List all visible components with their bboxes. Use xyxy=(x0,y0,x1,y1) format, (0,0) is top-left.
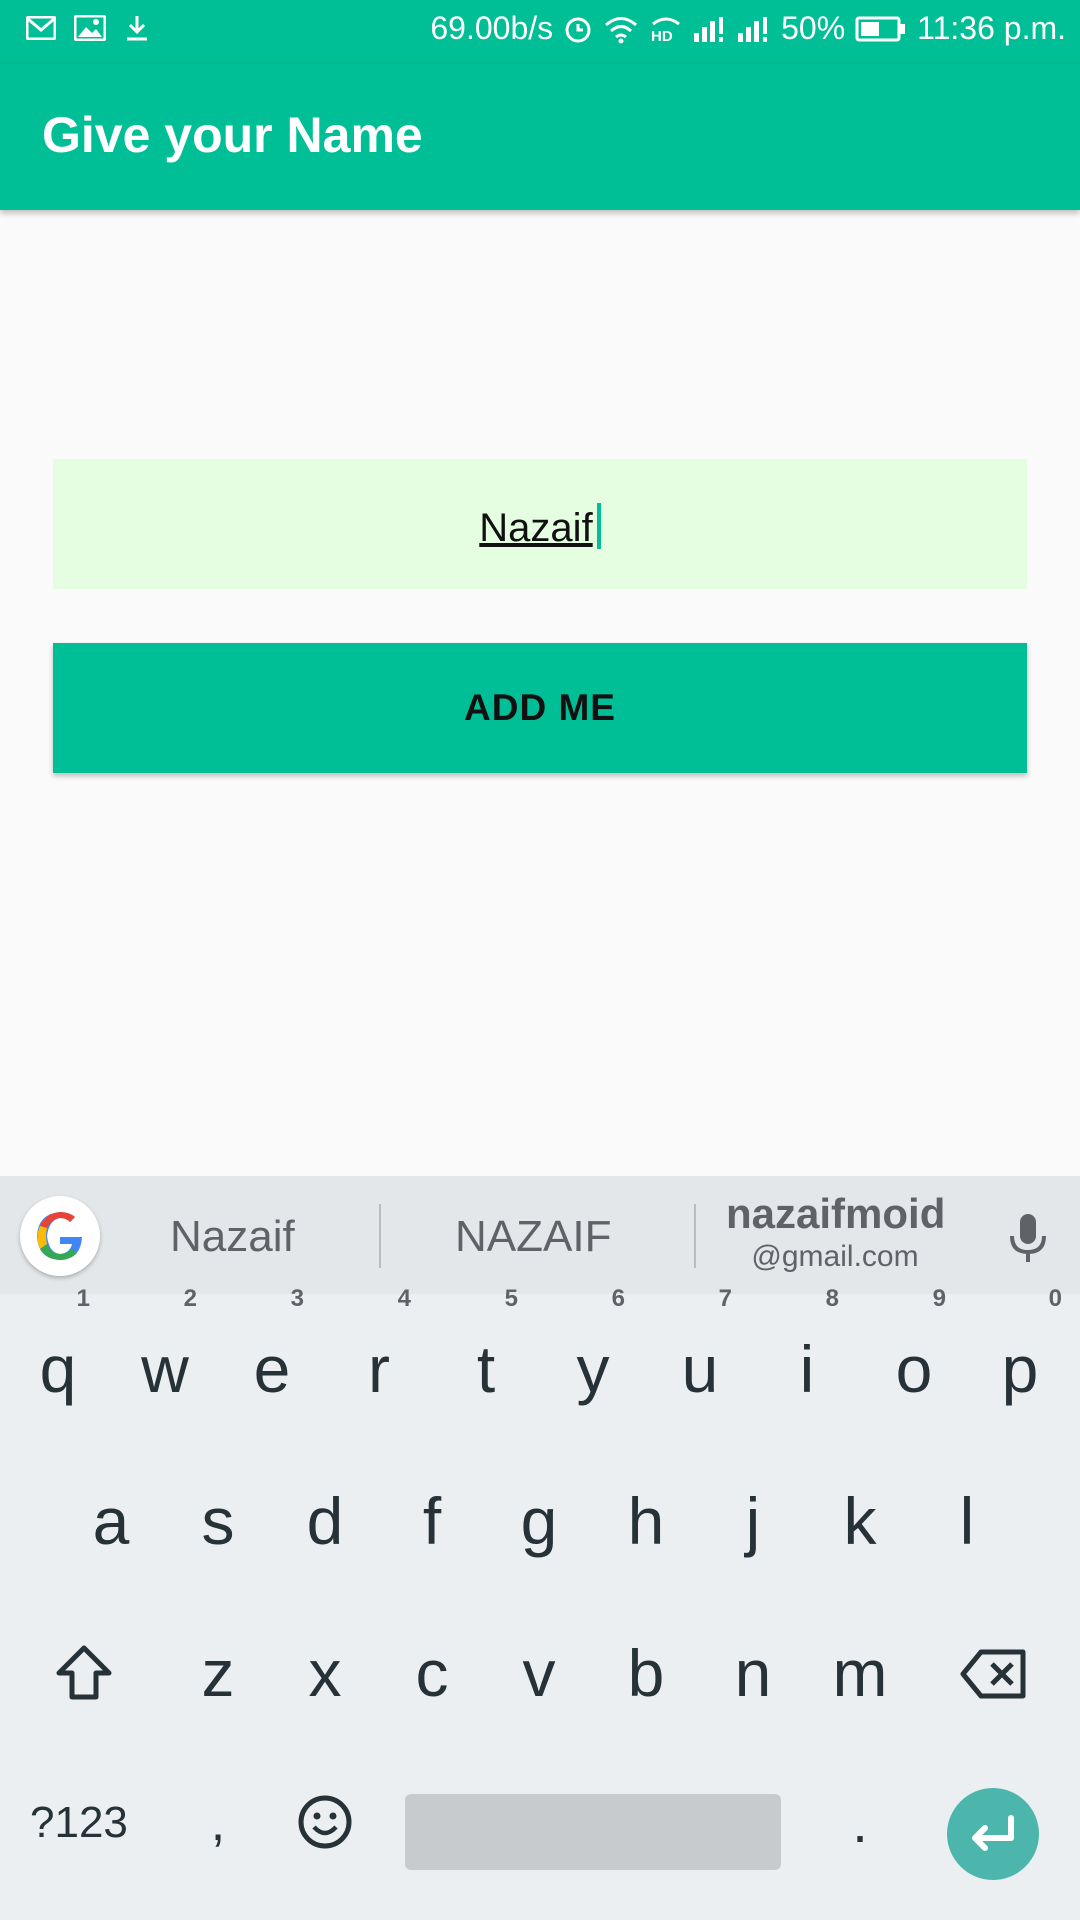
enter-key[interactable] xyxy=(947,1788,1039,1880)
key-t[interactable]: t5 xyxy=(436,1285,536,1424)
name-input-text[interactable]: Nazaif xyxy=(53,503,1027,551)
suggestion-email[interactable]: nazaifmoid @gmail.com xyxy=(726,1190,946,1274)
gmail-icon xyxy=(26,16,56,40)
key-l[interactable]: l xyxy=(917,1466,1017,1576)
page-title: Give your Name xyxy=(42,107,423,163)
image-icon xyxy=(74,15,106,41)
battery-icon xyxy=(855,16,906,41)
space-key[interactable] xyxy=(405,1794,781,1870)
clock: 11:36 p.m. xyxy=(917,10,1066,46)
key-n[interactable]: n xyxy=(703,1618,803,1728)
emoji-key[interactable] xyxy=(275,1768,375,1878)
enter-icon xyxy=(972,1815,1014,1851)
signal-icon-2 xyxy=(738,16,768,42)
backspace-icon xyxy=(960,1649,1026,1699)
app-bar: Give your Name xyxy=(0,64,1080,210)
signal-icon-1 xyxy=(694,16,724,42)
download-icon xyxy=(127,16,147,41)
suggestion-divider xyxy=(694,1204,696,1268)
name-input[interactable]: Nazaif xyxy=(53,459,1027,589)
backspace-key[interactable] xyxy=(944,1618,1044,1728)
emoji-icon xyxy=(298,1795,352,1849)
suggestion-strip: Nazaif NAZAIF nazaifmoid @gmail.com xyxy=(0,1176,1080,1294)
svg-text:HD: HD xyxy=(651,28,673,44)
text-cursor xyxy=(596,503,601,549)
email-suggestion-domain: @gmail.com xyxy=(751,1240,919,1273)
status-right: 69.00b/s HD 50% 11:36 p.m. xyxy=(430,10,1066,47)
key-y[interactable]: y6 xyxy=(543,1285,643,1424)
network-speed: 69.00b/s xyxy=(430,10,554,46)
hd-call-icon: HD xyxy=(651,17,681,44)
wifi-icon xyxy=(605,16,638,43)
key-i[interactable]: i8 xyxy=(757,1285,857,1424)
key-f[interactable]: f xyxy=(382,1466,482,1576)
key-p[interactable]: p0 xyxy=(970,1285,1070,1424)
key-h[interactable]: h xyxy=(596,1466,696,1576)
key-s[interactable]: s xyxy=(168,1466,268,1576)
key-c[interactable]: c xyxy=(382,1618,482,1728)
comma-key[interactable]: , xyxy=(168,1768,268,1878)
key-d[interactable]: d xyxy=(275,1466,375,1576)
suggestion-1[interactable]: Nazaif xyxy=(170,1212,295,1262)
key-r[interactable]: r4 xyxy=(329,1285,429,1424)
key-v[interactable]: v xyxy=(489,1618,589,1728)
key-x[interactable]: x xyxy=(275,1618,375,1728)
suggestion-divider xyxy=(379,1204,381,1268)
period-key[interactable]: . xyxy=(810,1768,910,1878)
shift-icon xyxy=(56,1645,112,1700)
notification-icons xyxy=(26,14,150,42)
key-m[interactable]: m xyxy=(810,1618,910,1728)
key-w[interactable]: w2 xyxy=(115,1285,215,1424)
email-suggestion-user: nazaifmoid xyxy=(726,1190,946,1237)
key-g[interactable]: g xyxy=(489,1466,589,1576)
key-z[interactable]: z xyxy=(168,1618,268,1728)
add-me-button[interactable]: ADD ME xyxy=(53,643,1027,773)
shift-key[interactable] xyxy=(34,1618,134,1728)
suggestion-2[interactable]: NAZAIF xyxy=(455,1212,611,1262)
status-bar: 69.00b/s HD 50% 11:36 p.m. xyxy=(0,0,1080,64)
key-j[interactable]: j xyxy=(703,1466,803,1576)
key-a[interactable]: a xyxy=(61,1466,161,1576)
key-b[interactable]: b xyxy=(596,1618,696,1728)
key-e[interactable]: e3 xyxy=(222,1285,322,1424)
keyboard: Nazaif NAZAIF nazaifmoid @gmail.com q1 w… xyxy=(0,1176,1080,1920)
key-u[interactable]: u7 xyxy=(650,1285,750,1424)
key-o[interactable]: o9 xyxy=(864,1285,964,1424)
battery-percent: 50% xyxy=(781,10,846,46)
key-k[interactable]: k xyxy=(810,1466,910,1576)
key-q[interactable]: q1 xyxy=(8,1285,108,1424)
symbols-key[interactable]: ?123 xyxy=(30,1798,128,1848)
alarm-icon xyxy=(565,17,591,42)
name-input-value: Nazaif xyxy=(479,506,593,550)
google-icon[interactable] xyxy=(20,1196,100,1276)
microphone-icon[interactable] xyxy=(1006,1210,1050,1266)
